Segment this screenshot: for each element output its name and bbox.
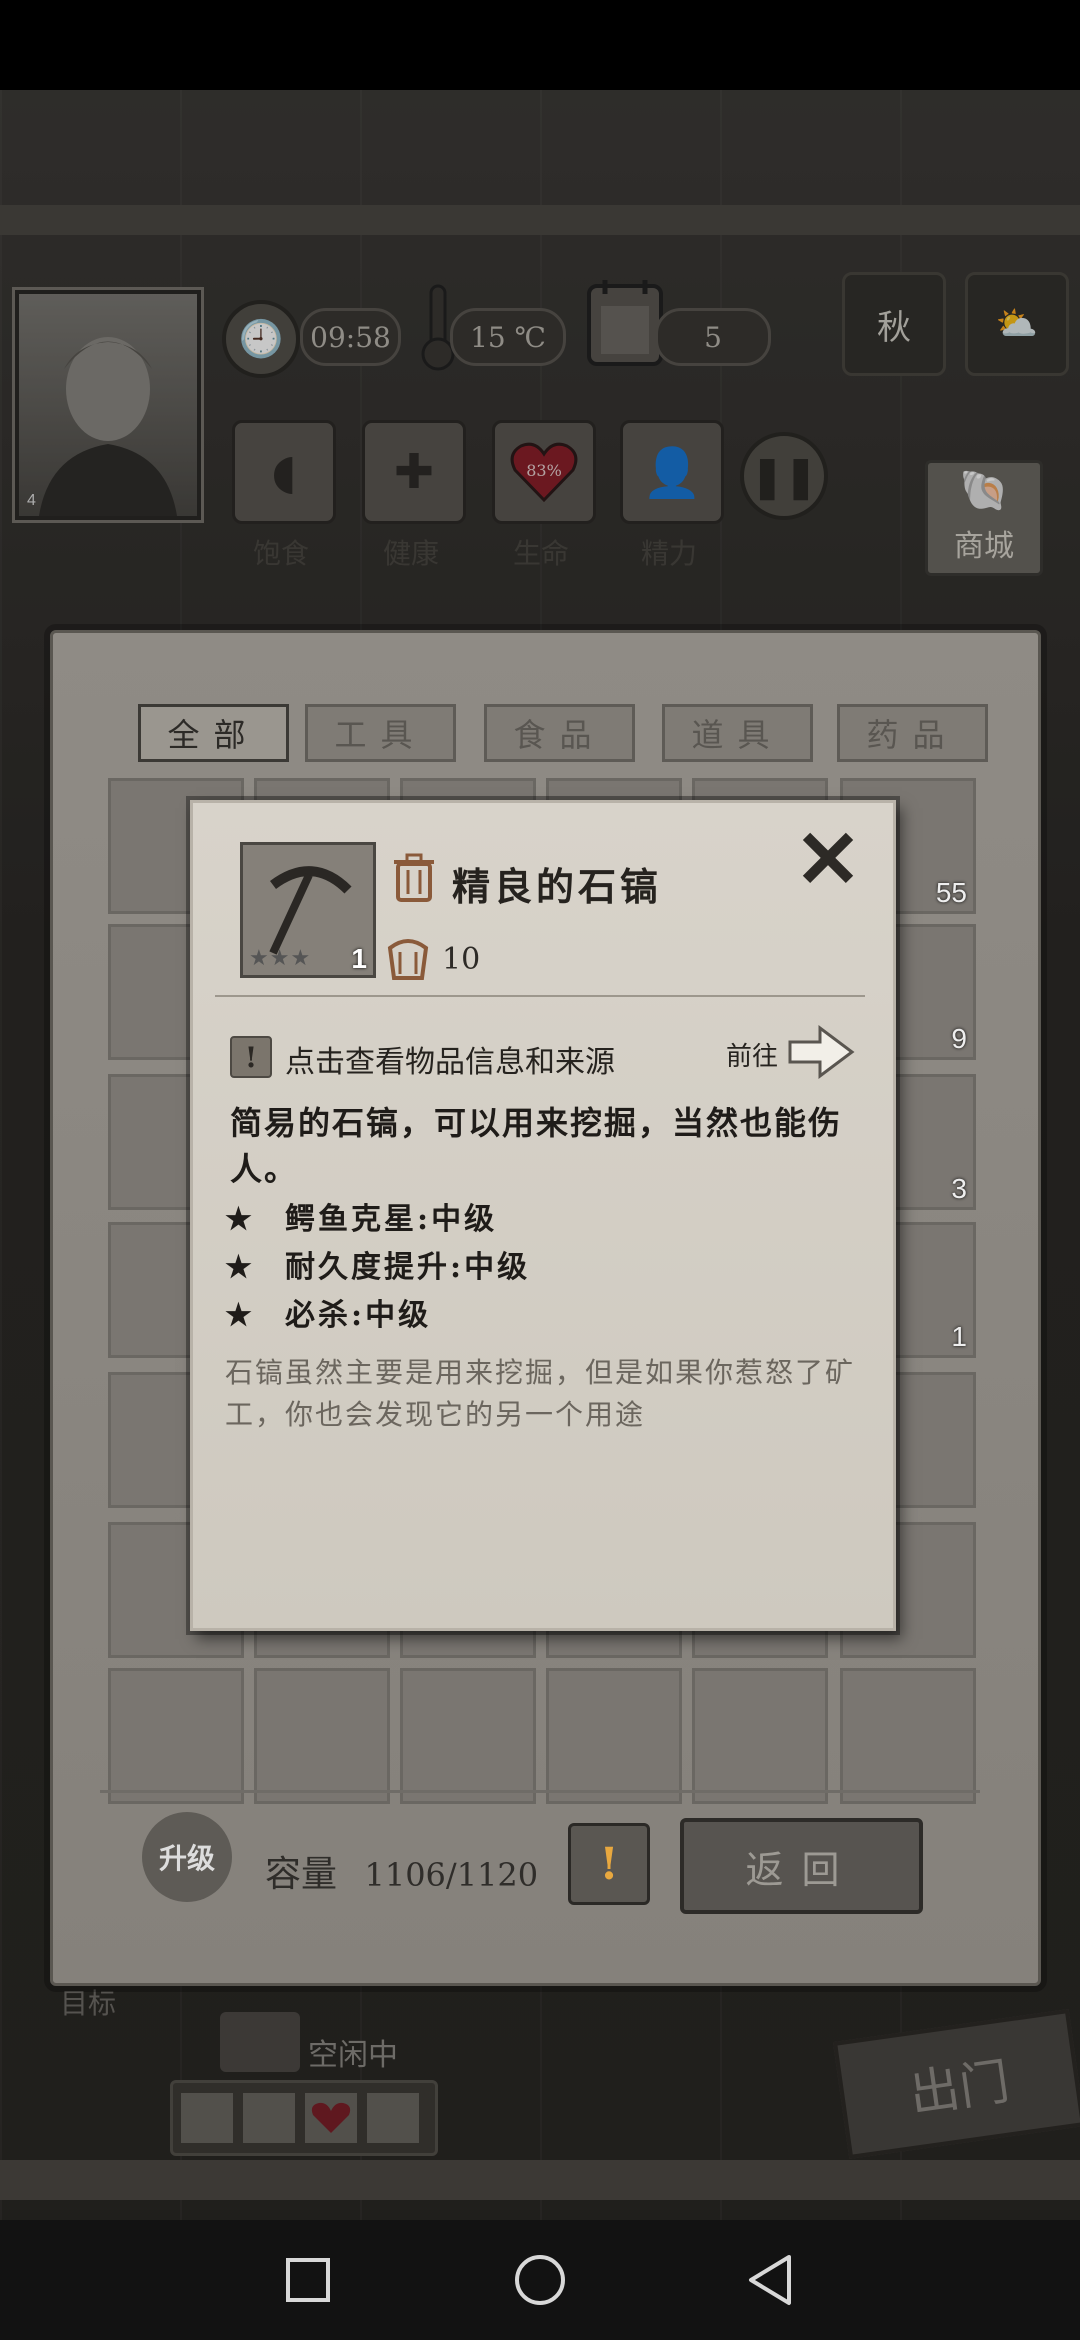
item-info-link[interactable]: 点击查看物品信息和来源 [285,1037,615,1081]
upgrade-button[interactable]: 升级 [142,1812,232,1902]
attribute-row: ★ 鳄鱼克星:中级 [225,1194,497,1238]
item-name: 精良的石镐 [452,864,663,909]
tab-all[interactable]: 全部 [138,704,289,762]
inventory-slot[interactable] [108,1668,244,1804]
inventory-slot[interactable] [840,1668,976,1804]
star-icon: ★ [225,1298,255,1333]
inventory-slot[interactable] [400,1668,536,1804]
star-icon: ★ [225,1250,255,1285]
close-icon[interactable]: ✕ [793,819,863,899]
trash-icon[interactable] [390,852,438,904]
slot-count: 55 [935,877,967,908]
inventory-divider [100,1790,980,1793]
recent-apps-icon[interactable] [268,2240,348,2320]
goto-label[interactable]: 前往 [726,1036,778,1073]
tab-food[interactable]: 食品 [484,704,635,762]
attribute-text: 必杀:中级 [285,1298,432,1333]
capacity-value: 1106/1120 [364,1856,539,1894]
popup-divider [215,995,865,997]
item-flavor-text: 石镐虽然主要是用来挖掘，但是如果你惹怒了矿工，你也会发现它的另一个用途 [225,1356,856,1431]
inventory-slot[interactable] [692,1668,828,1804]
item-quantity: 1 [351,943,367,974]
item-weight: 10 [442,942,481,977]
item-description: 简易的石镐，可以用来挖掘，当然也能伤人。 [230,1104,843,1188]
weight-icon [384,930,432,982]
arrow-right-icon[interactable] [786,1024,856,1080]
slot-count: 1 [951,1321,967,1352]
inventory-slot[interactable] [254,1668,390,1804]
tab-tools[interactable]: 工具 [305,704,456,762]
status-bar [0,0,1080,90]
inventory-info-button[interactable]: ! [568,1823,650,1905]
slot-count: 3 [951,1173,967,1204]
home-icon[interactable] [500,2240,580,2320]
back-button[interactable]: 返回 [680,1818,923,1914]
attribute-row: ★ 耐久度提升:中级 [225,1242,530,1286]
attribute-text: 耐久度提升:中级 [285,1250,531,1285]
back-nav-icon[interactable] [730,2240,810,2320]
alert-icon: ! [230,1036,272,1078]
attribute-row: ★ 必杀:中级 [225,1290,431,1334]
capacity-display: 容量 1106/1120 [265,1845,538,1897]
tab-medicine[interactable]: 药品 [837,704,988,762]
tab-props[interactable]: 道具 [662,704,813,762]
slot-count: 9 [951,1023,967,1054]
capacity-label: 容量 [265,1854,338,1895]
item-stars: ★★★ [249,946,312,971]
attribute-text: 鳄鱼克星:中级 [285,1202,498,1237]
inventory-slot[interactable] [546,1668,682,1804]
item-thumbnail: ★★★ 1 [240,842,376,978]
star-icon: ★ [225,1202,255,1237]
